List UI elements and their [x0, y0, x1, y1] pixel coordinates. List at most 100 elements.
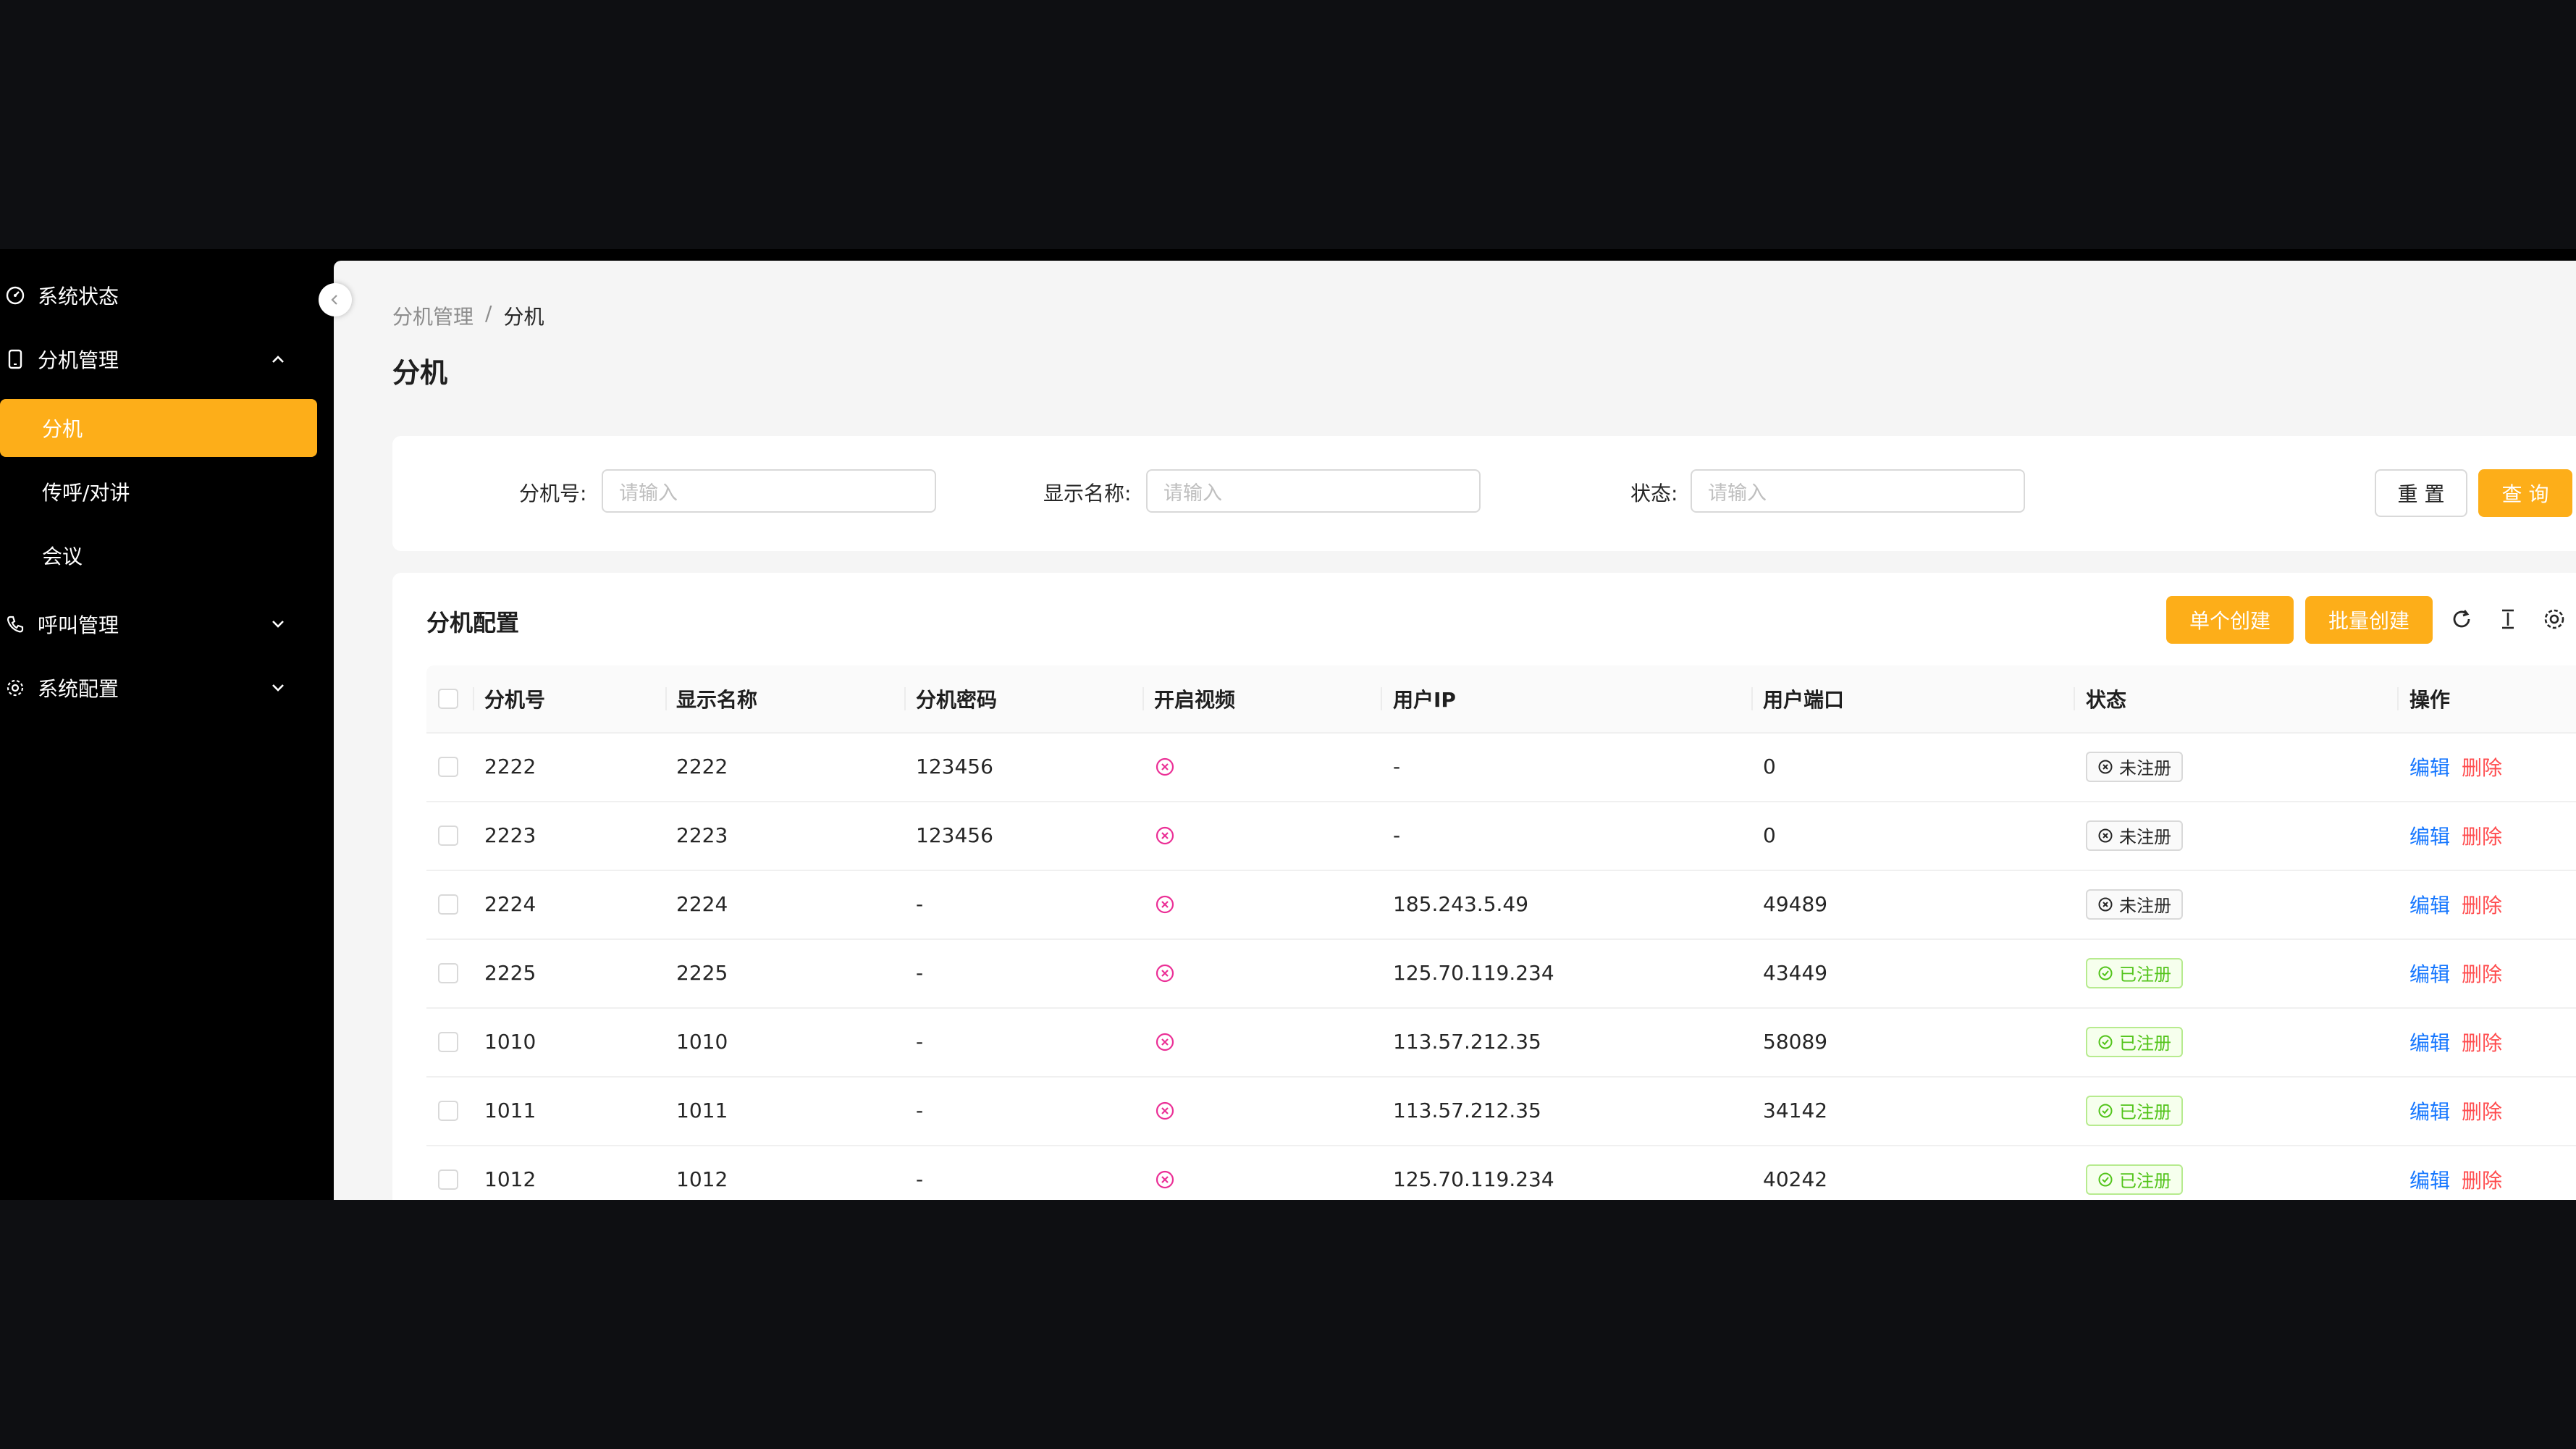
column-header[interactable]: 分机密码 [916, 665, 997, 732]
ext-filter-input[interactable]: 请输入 [602, 469, 936, 513]
ext-cell: 1011 [484, 1099, 536, 1122]
reset-button[interactable]: 重 置 [2375, 469, 2467, 517]
breadcrumb-parent[interactable]: 分机管理 [392, 301, 473, 330]
port-cell: 0 [1763, 823, 1776, 847]
close-circle-icon [2098, 828, 2113, 842]
port-cell: 49489 [1763, 892, 1828, 916]
select-all-checkbox[interactable] [438, 689, 458, 709]
status-cell: 未注册 [2086, 870, 2183, 938]
settings-icon[interactable] [2541, 606, 2567, 632]
edit-link[interactable]: 编辑 [2409, 1028, 2450, 1057]
delete-link[interactable]: 删除 [2462, 752, 2502, 781]
video-off-icon [1156, 964, 1174, 982]
sidebar-subitem-paging-intercom[interactable]: 传呼/对讲 [0, 463, 317, 521]
status-badge: 未注册 [2086, 889, 2183, 920]
sidebar-subitem-extension[interactable]: 分机 [0, 399, 317, 457]
delete-link[interactable]: 删除 [2462, 821, 2502, 850]
table-row[interactable]: 2225 2225 - 125.70.119.234 43449 已注册 编辑 删除 [426, 938, 2576, 1009]
port-cell: 43449 [1763, 961, 1828, 985]
table-row[interactable]: 2223 2223 123456 - 0 未注册 编辑 删除 [426, 801, 2576, 871]
password-cell: - [916, 1030, 924, 1054]
row-checkbox[interactable] [438, 1031, 458, 1052]
table-row[interactable]: 1010 1010 - 113.57.212.35 58089 已注册 编辑 删除 [426, 1007, 2576, 1078]
table-row[interactable]: 1012 1012 - 125.70.119.234 40242 已注册 编辑 删除 [426, 1145, 2576, 1200]
status-filter-input[interactable]: 请输入 [1691, 469, 2025, 513]
actions-cell: 编辑 删除 [2409, 801, 2502, 870]
edit-link[interactable]: 编辑 [2409, 752, 2450, 781]
port-cell: 58089 [1763, 1030, 1828, 1054]
column-header[interactable]: 显示名称 [676, 665, 757, 732]
password-cell: - [916, 1099, 924, 1122]
status-cell: 已注册 [2086, 1007, 2183, 1076]
name-cell: 1011 [676, 1099, 728, 1122]
ip-cell: 113.57.212.35 [1393, 1030, 1541, 1054]
delete-link[interactable]: 删除 [2462, 1028, 2502, 1057]
name-filter-input[interactable]: 请输入 [1146, 469, 1481, 513]
sidebar-subitem-conference[interactable]: 会议 [0, 526, 317, 584]
row-checkbox[interactable] [438, 1100, 458, 1121]
status-text: 已注册 [2119, 1033, 2171, 1054]
edit-link[interactable]: 编辑 [2409, 821, 2450, 850]
column-header[interactable]: 用户端口 [1763, 665, 1844, 732]
table-row[interactable]: 2222 2222 123456 - 0 未注册 编辑 删除 [426, 732, 2576, 802]
status-text: 未注册 [2119, 896, 2171, 916]
column-header[interactable]: 分机号 [484, 665, 545, 732]
row-checkbox[interactable] [438, 962, 458, 983]
sidebar-item-system-config[interactable]: 系统配置 [0, 659, 319, 717]
actions-cell: 编辑 删除 [2409, 732, 2502, 801]
video-off-icon [1156, 757, 1174, 776]
video-cell [1154, 1007, 1176, 1076]
delete-link[interactable]: 删除 [2462, 1096, 2502, 1125]
chevron-down-icon [272, 621, 284, 628]
create-single-button[interactable]: 单个创建 [2166, 596, 2294, 644]
breadcrumb: 分机管理 / 分机 [392, 301, 544, 330]
refresh-icon[interactable] [2449, 606, 2475, 632]
status-text: 未注册 [2119, 827, 2171, 847]
edit-link[interactable]: 编辑 [2409, 1096, 2450, 1125]
sidebar-item-label: 分机管理 [38, 348, 119, 372]
video-cell [1154, 1076, 1176, 1145]
column-header[interactable]: 用户IP [1393, 665, 1456, 732]
status-cell: 已注册 [2086, 1145, 2183, 1200]
filter-card: 分机号: 请输入 显示名称: 请输入 状态: 请输入 重 置 查 询 [392, 436, 2576, 551]
video-off-icon [1156, 1101, 1174, 1120]
table-row[interactable]: 2224 2224 - 185.243.5.49 49489 未注册 编辑 删除 [426, 870, 2576, 940]
edit-link[interactable]: 编辑 [2409, 959, 2450, 988]
sidebar-collapse-button[interactable] [319, 283, 352, 316]
chevron-up-icon [272, 356, 284, 363]
ip-cell: 125.70.119.234 [1393, 1167, 1554, 1191]
status-badge: 未注册 [2086, 751, 2183, 782]
sidebar-item-system-status[interactable]: 系统状态 [0, 266, 319, 324]
delete-link[interactable]: 删除 [2462, 1165, 2502, 1194]
delete-link[interactable]: 删除 [2462, 890, 2502, 919]
query-button[interactable]: 查 询 [2478, 469, 2572, 517]
status-cell: 已注册 [2086, 938, 2183, 1007]
edit-link[interactable]: 编辑 [2409, 1165, 2450, 1194]
row-checkbox-cell [438, 801, 458, 870]
sidebar-item-extension-management[interactable]: 分机管理 [0, 330, 319, 388]
row-checkbox-cell [438, 1076, 458, 1145]
column-header[interactable]: 状态 [2086, 665, 2126, 732]
edit-link[interactable]: 编辑 [2409, 890, 2450, 919]
actions-cell: 编辑 删除 [2409, 1145, 2502, 1200]
select-all-checkbox-cell [438, 665, 458, 732]
password-cell: - [916, 961, 924, 985]
row-checkbox[interactable] [438, 894, 458, 915]
breadcrumb-separator: / [485, 301, 492, 325]
table-row[interactable]: 1011 1011 - 113.57.212.35 34142 已注册 编辑 删除 [426, 1076, 2576, 1146]
name-cell: 2223 [676, 823, 728, 847]
delete-link[interactable]: 删除 [2462, 959, 2502, 988]
page-title: 分机 [392, 357, 448, 389]
column-height-icon[interactable] [2495, 606, 2521, 632]
sidebar-item-label: 传呼/对讲 [42, 481, 130, 505]
name-cell: 2225 [676, 961, 728, 985]
row-checkbox[interactable] [438, 1169, 458, 1190]
row-checkbox[interactable] [438, 756, 458, 777]
column-header[interactable]: 开启视频 [1154, 665, 1235, 732]
row-checkbox[interactable] [438, 825, 458, 846]
sidebar-item-call-management[interactable]: 呼叫管理 [0, 595, 319, 653]
row-checkbox-cell [438, 1145, 458, 1200]
table-card: 分机配置 单个创建 批量创建 分机号 显示名称 分机密码 开启视频 用户IP 用… [392, 573, 2576, 1200]
create-batch-button[interactable]: 批量创建 [2305, 596, 2433, 644]
ip-cell: 185.243.5.49 [1393, 892, 1529, 916]
